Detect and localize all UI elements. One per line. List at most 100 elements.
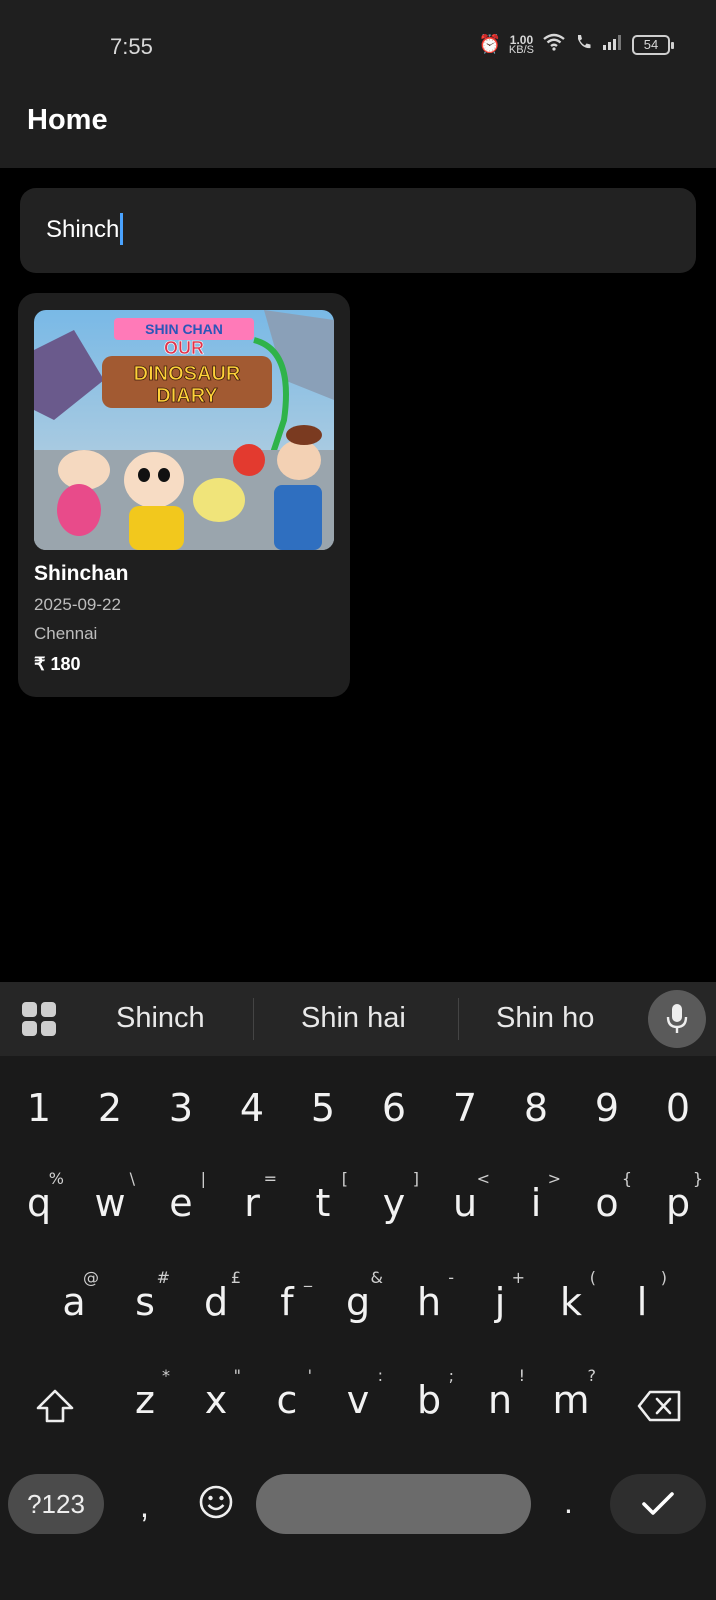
- key-t[interactable]: t[: [290, 1163, 356, 1243]
- key-label: 5: [310, 1086, 336, 1130]
- key-label: z: [135, 1378, 155, 1422]
- svg-text:OUR: OUR: [164, 338, 204, 358]
- key-label: o: [595, 1181, 619, 1225]
- key-5[interactable]: 5: [290, 1068, 356, 1148]
- wifi-icon: [542, 33, 566, 56]
- key-label: f: [280, 1280, 294, 1324]
- key-0[interactable]: 0: [645, 1068, 711, 1148]
- suggestion-2[interactable]: Shin hai: [301, 1002, 406, 1035]
- key-s[interactable]: s #: [112, 1262, 178, 1342]
- key-label: d: [203, 1280, 229, 1324]
- key-label: m: [552, 1378, 590, 1422]
- key-hint: \: [129, 1169, 135, 1188]
- key-q[interactable]: q%: [6, 1163, 72, 1243]
- battery-icon: 54: [632, 34, 674, 55]
- key-g[interactable]: g &: [325, 1262, 391, 1342]
- key-z[interactable]: z *: [112, 1360, 178, 1440]
- key-x[interactable]: x ": [183, 1360, 249, 1440]
- key-j[interactable]: j +: [467, 1262, 533, 1342]
- key-7[interactable]: 7: [432, 1068, 498, 1148]
- key-label: 7: [452, 1086, 478, 1130]
- key-i[interactable]: i >: [503, 1163, 569, 1243]
- key-hint: :: [377, 1366, 383, 1385]
- key-label: y: [382, 1181, 406, 1225]
- key-b[interactable]: b;: [396, 1360, 462, 1440]
- key-r[interactable]: r =: [219, 1163, 285, 1243]
- key-label: j: [494, 1280, 506, 1324]
- key-hint: ': [307, 1366, 312, 1385]
- key-l[interactable]: l): [609, 1262, 675, 1342]
- key-o[interactable]: o{: [574, 1163, 640, 1243]
- key-label: 3: [168, 1086, 194, 1130]
- key-hint: £: [230, 1268, 241, 1287]
- key-hint: -: [448, 1268, 454, 1287]
- page-title: Home: [27, 104, 108, 136]
- key-label: 2: [97, 1086, 123, 1130]
- key-a[interactable]: a @: [41, 1262, 107, 1342]
- key-hint: =: [263, 1169, 277, 1188]
- done-key[interactable]: [610, 1474, 706, 1534]
- key-label: p: [665, 1181, 691, 1225]
- key-label: v: [346, 1378, 370, 1422]
- key-n[interactable]: n!: [467, 1360, 533, 1440]
- microphone-icon[interactable]: [648, 990, 706, 1048]
- status-bar: 7:55 ⏰ 1.00 KB/S 54: [0, 0, 716, 90]
- app-bar: Home: [0, 90, 716, 168]
- key-label: k: [559, 1280, 582, 1324]
- suggestion-1[interactable]: Shinch: [116, 1002, 205, 1035]
- key-label: g: [345, 1280, 371, 1324]
- key-3[interactable]: 3: [148, 1068, 214, 1148]
- key-4[interactable]: 4: [219, 1068, 285, 1148]
- key-y[interactable]: y]: [361, 1163, 427, 1243]
- key-hint: ;: [448, 1366, 454, 1385]
- key-hint: &: [370, 1268, 383, 1287]
- key-w[interactable]: w \: [77, 1163, 143, 1243]
- svg-text:DIARY: DIARY: [156, 385, 218, 407]
- backspace-icon[interactable]: [626, 1366, 692, 1446]
- key-hint: @: [83, 1268, 99, 1287]
- key-d[interactable]: d £: [183, 1262, 249, 1342]
- key-u[interactable]: u <: [432, 1163, 498, 1243]
- movie-card[interactable]: SHIN CHAN OUR DINOSAUR DIARY Shinchan 20…: [18, 293, 350, 697]
- comma-key[interactable]: ,: [140, 1488, 149, 1525]
- key-2[interactable]: 2: [77, 1068, 143, 1148]
- symbols-key[interactable]: ?123: [8, 1474, 104, 1534]
- search-input[interactable]: Shinch: [20, 188, 696, 273]
- space-key[interactable]: [256, 1474, 531, 1534]
- key-e[interactable]: e |: [148, 1163, 214, 1243]
- movie-city: Chennai: [34, 624, 98, 643]
- key-6[interactable]: 6: [361, 1068, 427, 1148]
- key-f[interactable]: f _: [254, 1262, 320, 1342]
- key-label: s: [135, 1280, 155, 1324]
- net-speed: 1.00 KB/S: [508, 32, 534, 56]
- key-hint: (: [589, 1268, 596, 1287]
- period-key[interactable]: .: [564, 1484, 573, 1521]
- suggestion-3[interactable]: Shin ho: [496, 1002, 594, 1035]
- key-9[interactable]: 9: [574, 1068, 640, 1148]
- svg-text:DINOSAUR: DINOSAUR: [134, 363, 241, 385]
- movie-poster: SHIN CHAN OUR DINOSAUR DIARY: [34, 310, 334, 550]
- checkmark-icon: [642, 1492, 674, 1515]
- key-hint: ?: [587, 1366, 597, 1385]
- search-input-text: Shinch: [46, 212, 124, 245]
- movie-date: 2025-09-22: [34, 595, 121, 614]
- key-hint: *: [162, 1366, 170, 1385]
- key-p[interactable]: p}: [645, 1163, 711, 1243]
- wifi-calling-icon: [574, 33, 594, 56]
- key-hint: }: [692, 1169, 703, 1188]
- key-k[interactable]: k(: [538, 1262, 604, 1342]
- key-m[interactable]: m?: [538, 1360, 604, 1440]
- key-label: x: [204, 1378, 228, 1422]
- key-1[interactable]: 1: [6, 1068, 72, 1148]
- key-v[interactable]: v:: [325, 1360, 391, 1440]
- emoji-icon[interactable]: [198, 1484, 234, 1528]
- text-caret: [120, 212, 124, 245]
- key-8[interactable]: 8: [503, 1068, 569, 1148]
- key-label: e: [169, 1181, 193, 1225]
- key-c[interactable]: c ': [254, 1360, 320, 1440]
- key-label: w: [94, 1181, 126, 1225]
- shift-icon[interactable]: [22, 1366, 88, 1446]
- key-h[interactable]: h-: [396, 1262, 462, 1342]
- status-icons: ⏰ 1.00 KB/S 54: [479, 32, 674, 56]
- keyboard-menu-icon[interactable]: [22, 1002, 56, 1036]
